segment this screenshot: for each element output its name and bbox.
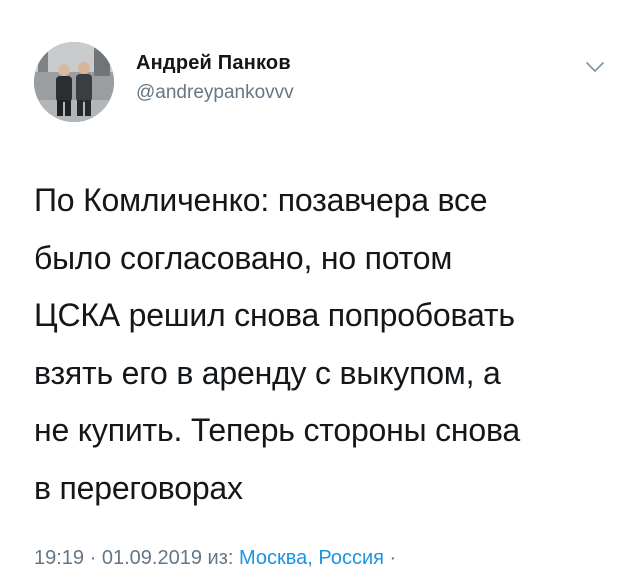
author-display-name[interactable]: Андрей Панков	[136, 52, 291, 75]
tweet-meta: 19:19 · 01.09.2019 из: Москва, Россия ·	[34, 547, 396, 570]
tweet-text-line: По Комличенко: позавчера все	[34, 182, 488, 218]
chevron-down-icon[interactable]	[584, 56, 606, 78]
meta-separator: ·	[89, 547, 97, 569]
avatar[interactable]	[34, 42, 114, 122]
tweet-text-line: не купить. Теперь стороны снова	[34, 412, 521, 448]
tweet-time[interactable]: 19:19	[34, 547, 84, 569]
author-handle[interactable]: @andreypankovvv	[136, 82, 294, 104]
meta-trailing-separator: ·	[389, 547, 397, 569]
tweet-text-line: взять его в аренду с выкупом, а	[34, 354, 501, 391]
tweet-text: По Комличенко: позавчера все было соглас…	[34, 172, 624, 517]
avatar-photo	[34, 42, 114, 122]
tweet-date[interactable]: 01.09.2019	[102, 547, 202, 569]
from-label: из:	[207, 547, 234, 569]
tweet-text-line: ЦСКА решил снова попробовать	[34, 297, 515, 333]
tweet-location-link[interactable]: Москва, Россия	[239, 547, 384, 569]
tweet-text-line: было согласовано, но потом	[34, 239, 453, 276]
tweet-text-line: в переговорах	[34, 469, 243, 506]
